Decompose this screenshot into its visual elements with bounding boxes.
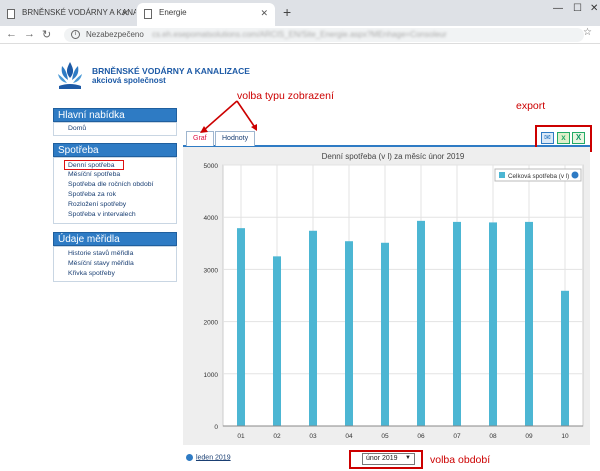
annotation-export: export: [516, 100, 546, 112]
close-window-icon[interactable]: ✕: [590, 3, 598, 14]
x-tick-label: 02: [273, 433, 281, 440]
x-tick-label: 10: [561, 433, 569, 440]
chevron-down-icon: ▼: [405, 455, 411, 461]
url-field[interactable]: i Nezabezpečeno cs.eh.esepomatsolutions.…: [64, 28, 584, 42]
bar[interactable]: [345, 241, 353, 426]
period-select[interactable]: únor 2019 ▼: [362, 453, 415, 465]
menu-item-home[interactable]: Domů: [54, 124, 176, 134]
chart-title: Denní spotřeba (v l) za měsíc únor 2019: [322, 152, 465, 161]
bar[interactable]: [237, 228, 245, 426]
x-tick-label: 05: [381, 433, 389, 440]
arrow-left-icon: [186, 454, 193, 461]
bar[interactable]: [309, 230, 317, 426]
x-tick-label: 04: [345, 433, 353, 440]
legend-swatch: [499, 172, 505, 178]
menu-item-distribution[interactable]: Rozložení spotřeby: [54, 200, 176, 210]
back-icon[interactable]: ←: [6, 28, 17, 40]
menu-main: Domů: [53, 122, 177, 136]
bar[interactable]: [489, 222, 497, 426]
menu-item-intervals[interactable]: Spotřeba v intervalech: [54, 210, 176, 220]
logo-subtitle: akciová společnost: [92, 76, 166, 85]
menu-item-monthly[interactable]: Měsíční spotřeba: [54, 170, 176, 180]
url-text: cs.eh.esepomatsolutions.com/ARCIS_EN/Sit…: [152, 30, 447, 39]
arrow-to-values: [236, 100, 255, 127]
x-tick-label: 06: [417, 433, 425, 440]
menu-item-meter-monthly[interactable]: Měsíční stavy měřidla: [54, 259, 176, 269]
browser-tab-1-label: BRNĚNSKÉ VODÁRNY A KANALIZ...: [22, 8, 136, 17]
page-icon: [144, 9, 152, 19]
new-tab-icon[interactable]: +: [283, 4, 291, 20]
chart-area: Denní spotřeba (v l) za měsíc únor 2019 …: [183, 147, 590, 445]
x-tick-label: 08: [489, 433, 497, 440]
bar-chart: Denní spotřeba (v l) za měsíc únor 2019 …: [204, 152, 584, 440]
browser-tab-2[interactable]: Energie ✕: [137, 3, 275, 26]
bar[interactable]: [525, 221, 533, 426]
menu-item-seasonal[interactable]: Spotřeba dle ročních období: [54, 180, 176, 190]
bar[interactable]: [561, 290, 569, 426]
info-icon[interactable]: i: [71, 30, 80, 39]
company-logo-icon: [58, 62, 82, 89]
y-tick-label: 2000: [204, 320, 219, 327]
y-tick-label: 4000: [204, 215, 219, 222]
x-tick-label: 01: [237, 433, 245, 440]
minimize-icon[interactable]: —: [553, 3, 563, 14]
close-icon[interactable]: ✕: [121, 8, 129, 19]
browser-tab-2-label: Energie: [159, 8, 187, 17]
security-label: Nezabezpečeno: [86, 30, 144, 39]
menu-item-meter-history[interactable]: Historie stavů měřidla: [54, 249, 176, 259]
legend-toggle-icon[interactable]: [571, 171, 579, 179]
address-bar: ← → ↻ i Nezabezpečeno cs.eh.esepomatsolu…: [0, 26, 600, 44]
y-tick-label: 1000: [204, 372, 219, 379]
y-tick-label: 5000: [204, 163, 219, 170]
x-tick-label: 09: [525, 433, 533, 440]
menu-item-consumption-curve[interactable]: Křivka spotřeby: [54, 269, 176, 279]
legend-label: Celková spotřeba (v l): [508, 173, 569, 180]
bookmark-star-icon[interactable]: ☆: [583, 27, 592, 38]
x-tick-label: 07: [453, 433, 461, 440]
close-icon[interactable]: ✕: [260, 8, 268, 19]
menu-meter: Historie stavů měřidla Měsíční stavy měř…: [53, 246, 177, 282]
arrow-to-graph: [203, 100, 238, 131]
bar[interactable]: [273, 256, 281, 426]
x-tick-label: 03: [309, 433, 317, 440]
menu-consumption: Denní spotřeba Měsíční spotřeba Spotřeba…: [53, 157, 177, 224]
previous-period-label: leden 2019: [195, 454, 231, 462]
browser-tab-bar: BRNĚNSKÉ VODÁRNY A KANALIZ... ✕ Energie …: [0, 0, 600, 26]
previous-period-link[interactable]: leden 2019: [186, 454, 231, 461]
menu-item-daily[interactable]: Denní spotřeba: [64, 160, 124, 170]
bar[interactable]: [381, 242, 389, 426]
annotation-period: volba období: [430, 454, 491, 466]
logo-title: BRNĚNSKÉ VODÁRNY A KANALIZACE: [92, 66, 250, 76]
y-tick-label: 3000: [204, 267, 219, 274]
period-select-value: únor 2019: [366, 455, 398, 462]
y-tick-label: 0: [214, 424, 218, 431]
menu-main-header: Hlavní nabídka: [53, 108, 177, 122]
maximize-icon[interactable]: ☐: [573, 3, 582, 14]
forward-icon[interactable]: →: [24, 28, 35, 40]
bar[interactable]: [453, 221, 461, 426]
page-icon: [7, 9, 15, 19]
reload-icon[interactable]: ↻: [42, 28, 51, 41]
menu-item-yearly[interactable]: Spotřeba za rok: [54, 190, 176, 200]
browser-tab-1[interactable]: BRNĚNSKÉ VODÁRNY A KANALIZ... ✕: [0, 3, 136, 26]
menu-consumption-header: Spotřeba: [53, 143, 177, 157]
menu-meter-header: Údaje měřidla: [53, 232, 177, 246]
annotation-arrows: [200, 100, 257, 133]
bar[interactable]: [417, 220, 425, 426]
